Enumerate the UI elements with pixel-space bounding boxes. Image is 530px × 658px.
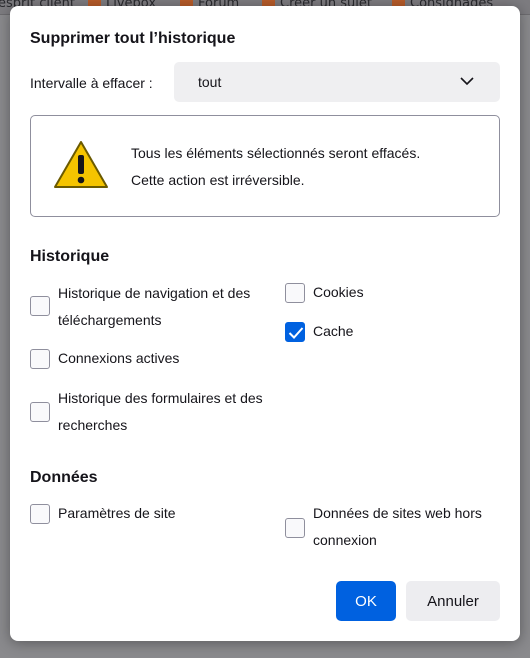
checkbox-box[interactable]	[285, 283, 305, 303]
cancel-button[interactable]: Annuler	[406, 581, 500, 621]
checkbox-label: Historique des formulaires et des	[58, 390, 263, 406]
warning-text-line2: Cette action est irréversible.	[131, 172, 305, 188]
checkbox-label: Connexions actives	[58, 350, 180, 366]
checkbox-label: Paramètres de site	[58, 505, 176, 521]
checkbox-box[interactable]	[30, 504, 50, 524]
warning-box: Tous les éléments sélectionnés seront ef…	[30, 115, 500, 217]
checkbox-label: recherches	[58, 417, 128, 433]
checkbox-label: Données de sites web hors	[313, 505, 482, 521]
checkmark-icon	[288, 327, 304, 339]
checkbox-box[interactable]	[285, 518, 305, 538]
checkbox-box[interactable]	[30, 296, 50, 316]
time-range-select[interactable]: tout	[174, 62, 500, 102]
clear-history-dialog: Supprimer tout l’historique Intervalle à…	[10, 6, 520, 641]
time-range-value: tout	[198, 74, 222, 90]
checkbox-label: Cache	[313, 323, 354, 339]
warning-icon	[54, 141, 108, 188]
checkbox-box[interactable]	[285, 322, 305, 342]
dialog-title: Supprimer tout l’historique	[30, 30, 236, 47]
warning-text-line1: Tous les éléments sélectionnés seront ef…	[131, 145, 421, 161]
time-range-label: Intervalle à effacer :	[30, 75, 153, 91]
history-section-title: Historique	[30, 248, 110, 265]
checkbox-box[interactable]	[30, 402, 50, 422]
data-section-title: Données	[30, 469, 98, 486]
checkbox-label: Cookies	[313, 284, 364, 300]
checkbox-box[interactable]	[30, 349, 50, 369]
checkbox-label: connexion	[313, 532, 377, 548]
ok-button[interactable]: OK	[336, 581, 396, 621]
chevron-down-icon	[460, 77, 474, 86]
checkbox-label: Historique de navigation et des	[58, 285, 251, 301]
checkbox-label: téléchargements	[58, 312, 162, 328]
